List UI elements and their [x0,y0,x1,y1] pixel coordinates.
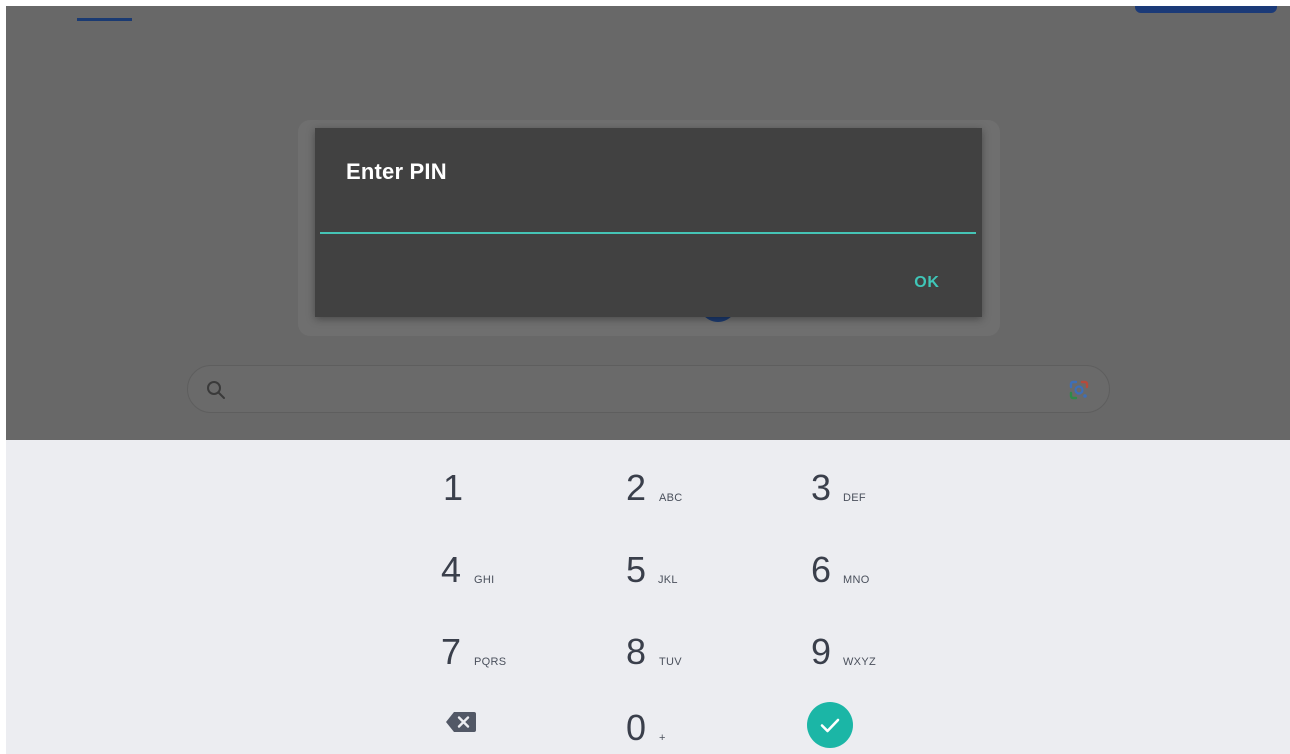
screen: Enter PIN OK 1 2 ABC 3 DEF 4 GHI 5 JKL 6… [6,6,1290,754]
dialog-title: Enter PIN [346,159,447,184]
key-letters: PQRS [474,656,507,668]
ok-button[interactable]: OK [903,268,951,298]
backspace-icon [446,712,476,732]
key-digit: 1 [443,467,464,508]
key-2[interactable]: 2 ABC [626,458,766,518]
numeric-keyboard: 1 2 ABC 3 DEF 4 GHI 5 JKL 6 MNO 7 PQRS 8 [6,440,1290,754]
key-letters: MNO [843,574,870,586]
key-digit: 9 [811,631,832,672]
search-bar [187,365,1110,413]
checkmark-icon [820,718,840,733]
key-digit: 0 [626,707,647,748]
google-lens-icon [1069,380,1089,400]
done-key[interactable] [807,702,853,748]
key-0[interactable]: 0 + [626,698,766,754]
key-letters: GHI [474,574,495,586]
key-8[interactable]: 8 TUV [626,622,766,682]
search-icon [207,381,225,399]
key-5[interactable]: 5 JKL [626,540,766,600]
key-digit: 4 [441,549,462,590]
key-digit: 5 [626,549,647,590]
key-digit: 6 [811,549,832,590]
tab-indicator [77,18,132,21]
pin-input[interactable] [320,200,976,234]
key-digit: 7 [441,631,462,672]
key-digit: 2 [626,467,647,508]
key-4[interactable]: 4 GHI [441,540,581,600]
key-letters: WXYZ [843,656,876,668]
key-1[interactable]: 1 [443,458,583,518]
key-9[interactable]: 9 WXYZ [811,622,951,682]
key-letters: DEF [843,492,866,504]
backspace-key[interactable] [443,708,479,736]
key-3[interactable]: 3 DEF [811,458,951,518]
key-digit: 8 [626,631,647,672]
key-digit: 3 [811,467,832,508]
top-right-button [1135,6,1277,13]
key-letters: TUV [659,656,682,668]
key-7[interactable]: 7 PQRS [441,622,581,682]
key-letters: JKL [658,574,678,586]
key-letters: ABC [659,492,683,504]
key-letters: + [659,732,666,744]
key-6[interactable]: 6 MNO [811,540,951,600]
pin-dialog: Enter PIN OK [315,128,982,317]
